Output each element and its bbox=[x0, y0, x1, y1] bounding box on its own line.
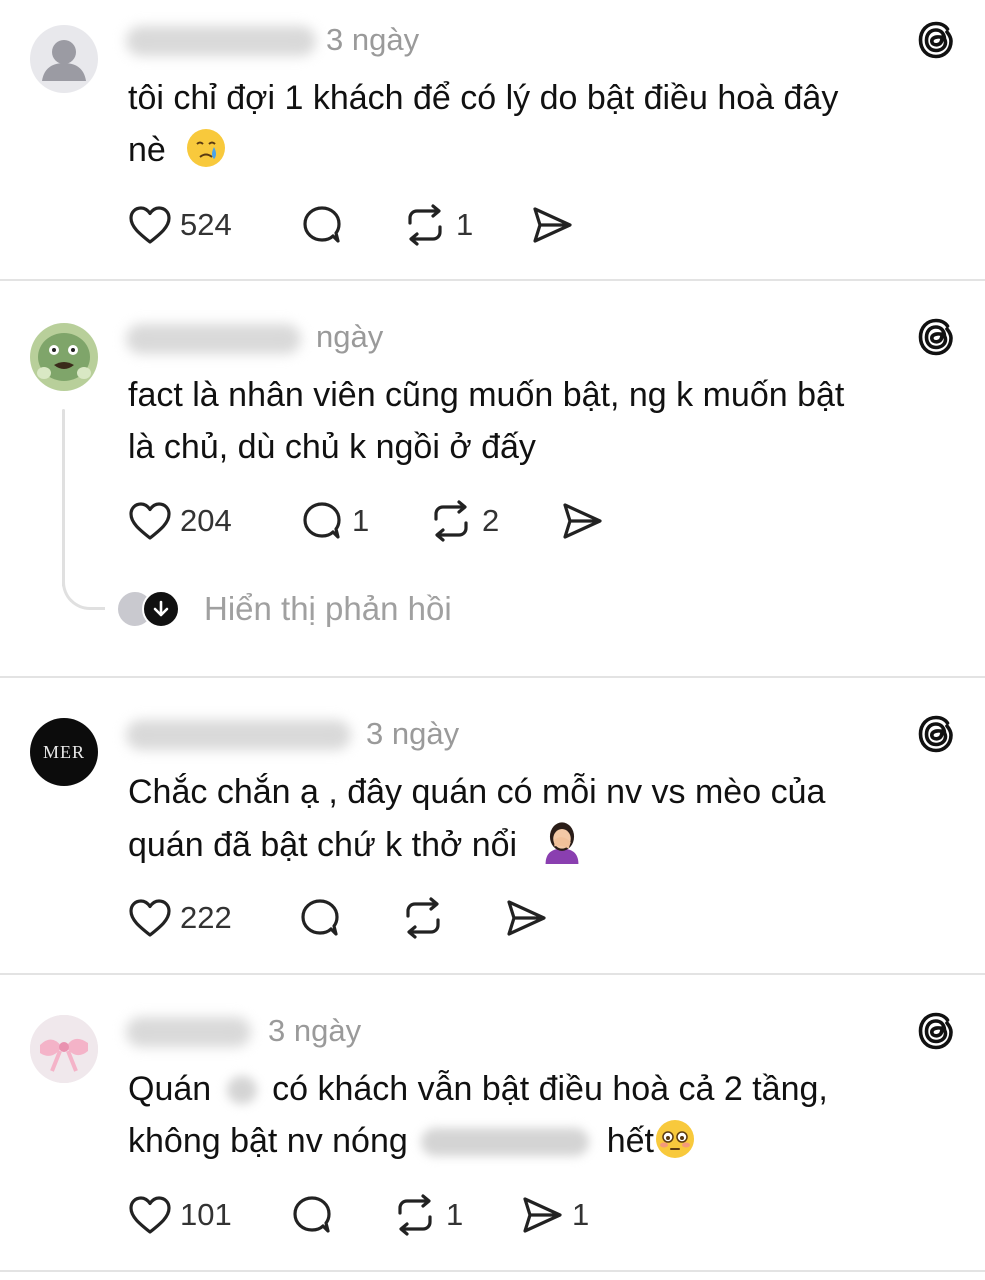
comment-text-part: không bật nv nóng bbox=[128, 1122, 408, 1160]
reply-button[interactable] bbox=[290, 1192, 334, 1238]
expand-down-icon bbox=[142, 590, 180, 628]
comment-bubble-icon bbox=[301, 899, 339, 936]
username-redacted[interactable] bbox=[126, 1017, 251, 1047]
repost-icon bbox=[408, 204, 442, 246]
comment-line: tôi chỉ đợi 1 khách để có lý do bật điều… bbox=[128, 79, 839, 117]
share-button[interactable] bbox=[504, 895, 548, 941]
post-time: 3 ngày bbox=[268, 1013, 362, 1048]
reply-button[interactable] bbox=[298, 895, 342, 941]
avatar-cartoon[interactable] bbox=[30, 323, 98, 391]
avatar-logo-text: MER bbox=[42, 741, 85, 762]
pink-bow-avatar-icon bbox=[30, 1015, 98, 1083]
repost-button[interactable]: 2 bbox=[428, 498, 499, 544]
crying-face-emoji-icon bbox=[187, 129, 226, 167]
like-count: 101 bbox=[180, 1197, 232, 1232]
username-redacted[interactable] bbox=[126, 324, 301, 354]
post-time: 3 ngày bbox=[366, 716, 460, 751]
comment-post-1: 3 ngày tôi chỉ đợi 1 khách để có lý do b… bbox=[0, 0, 985, 280]
heart-icon bbox=[129, 206, 171, 244]
repost-button[interactable] bbox=[400, 895, 446, 941]
repost-button[interactable]: 1 bbox=[402, 202, 473, 248]
like-button[interactable]: 524 bbox=[128, 202, 232, 248]
comment-line: fact là nhân viên cũng muốn bật, ng k mu… bbox=[128, 376, 845, 414]
heart-icon bbox=[129, 502, 171, 540]
comment-text: tôi chỉ đợi 1 khách để có lý do bật điều… bbox=[128, 72, 948, 176]
comment-post-4: 3 ngày Quán có khách vẫn bật điều hoà cả… bbox=[0, 975, 985, 1271]
redacted-words bbox=[421, 1128, 590, 1156]
send-icon bbox=[523, 1197, 562, 1233]
thread-connector-line bbox=[62, 409, 65, 587]
person-facepalming-emoji-icon bbox=[545, 822, 578, 864]
comment-bubble-icon bbox=[303, 206, 341, 243]
show-replies-button[interactable]: Hiển thị phản hồi bbox=[116, 589, 452, 629]
post-time: ngày bbox=[316, 319, 384, 354]
repost-count: 1 bbox=[456, 207, 474, 242]
send-icon bbox=[563, 503, 602, 539]
comment-post-3: MER 3 ngày Chắc chắn ạ , đây quán có mỗi… bbox=[0, 678, 985, 974]
avatar-mer[interactable]: MER bbox=[30, 718, 98, 786]
like-button[interactable]: 101 bbox=[128, 1192, 232, 1238]
threads-logo-icon[interactable] bbox=[914, 1009, 958, 1053]
comment-line-text: nè bbox=[128, 131, 166, 169]
comment-text-part: có khách vẫn bật điều hoà cả 2 tầng, bbox=[272, 1070, 828, 1108]
comment-text-part: hết bbox=[606, 1122, 654, 1160]
cartoon-avatar-icon bbox=[37, 333, 91, 381]
send-icon bbox=[507, 900, 546, 936]
comment-line: Chắc chắn ạ , đây quán có mỗi nv vs mèo … bbox=[128, 773, 826, 811]
share-button[interactable]: 1 bbox=[520, 1192, 589, 1238]
show-replies-label: Hiển thị phản hồi bbox=[204, 590, 452, 627]
comment-line-text: quán đã bật chứ k thở nổi bbox=[128, 826, 518, 864]
like-count: 222 bbox=[180, 900, 232, 935]
divider bbox=[0, 1270, 985, 1272]
threads-logo-icon[interactable] bbox=[914, 18, 958, 62]
post-time: 3 ngày bbox=[326, 22, 420, 57]
threads-logo-icon[interactable] bbox=[914, 315, 958, 359]
comment-text: fact là nhân viên cũng muốn bật, ng k mu… bbox=[128, 369, 948, 473]
comment-line-with-emoji: nè bbox=[128, 124, 948, 176]
comment-bubble-icon bbox=[303, 502, 341, 539]
repost-count: 2 bbox=[482, 503, 500, 538]
like-count: 204 bbox=[180, 503, 232, 538]
comment-text-part: Quán bbox=[128, 1070, 212, 1108]
heart-icon bbox=[129, 899, 171, 937]
heart-icon bbox=[129, 1196, 171, 1234]
repost-icon bbox=[406, 897, 440, 939]
comment-text: Quán có khách vẫn bật điều hoà cả 2 tầng… bbox=[128, 1063, 948, 1167]
avatar-default[interactable] bbox=[30, 25, 98, 93]
comment-post-2: ngày fact là nhân viên cũng muốn bật, ng… bbox=[0, 281, 985, 677]
username-redacted[interactable] bbox=[126, 26, 316, 56]
comment-line: Quán có khách vẫn bật điều hoà cả 2 tầng… bbox=[128, 1063, 948, 1115]
share-button[interactable] bbox=[560, 498, 604, 544]
comment-text: Chắc chắn ạ , đây quán có mỗi nv vs mèo … bbox=[128, 766, 948, 871]
share-button[interactable] bbox=[530, 202, 574, 248]
default-user-icon bbox=[42, 40, 86, 81]
send-icon bbox=[533, 207, 572, 243]
redacted-word bbox=[226, 1076, 257, 1104]
threads-logo-icon[interactable] bbox=[914, 712, 958, 756]
reply-button[interactable] bbox=[300, 202, 344, 248]
reply-count: 1 bbox=[352, 503, 370, 538]
repost-button[interactable]: 1 bbox=[392, 1192, 463, 1238]
thread-connector-curve bbox=[62, 577, 105, 610]
repost-count: 1 bbox=[446, 1197, 464, 1232]
flushed-face-emoji-icon bbox=[655, 1120, 694, 1158]
repost-icon bbox=[434, 500, 468, 542]
like-count: 524 bbox=[180, 207, 232, 242]
repost-icon bbox=[398, 1194, 432, 1236]
username-redacted[interactable] bbox=[126, 720, 351, 750]
avatar-pink-bow[interactable] bbox=[30, 1015, 98, 1083]
comment-line-with-emoji: quán đã bật chứ k thở nổi bbox=[128, 818, 948, 871]
like-button[interactable]: 204 bbox=[128, 498, 232, 544]
like-button[interactable]: 222 bbox=[128, 895, 232, 941]
reply-button[interactable]: 1 bbox=[300, 498, 369, 544]
share-count: 1 bbox=[572, 1197, 590, 1232]
comment-bubble-icon bbox=[293, 1196, 331, 1233]
comment-line: không bật nv nóng hết bbox=[128, 1115, 948, 1167]
comment-line: là chủ, dù chủ k ngồi ở đấy bbox=[128, 428, 536, 466]
